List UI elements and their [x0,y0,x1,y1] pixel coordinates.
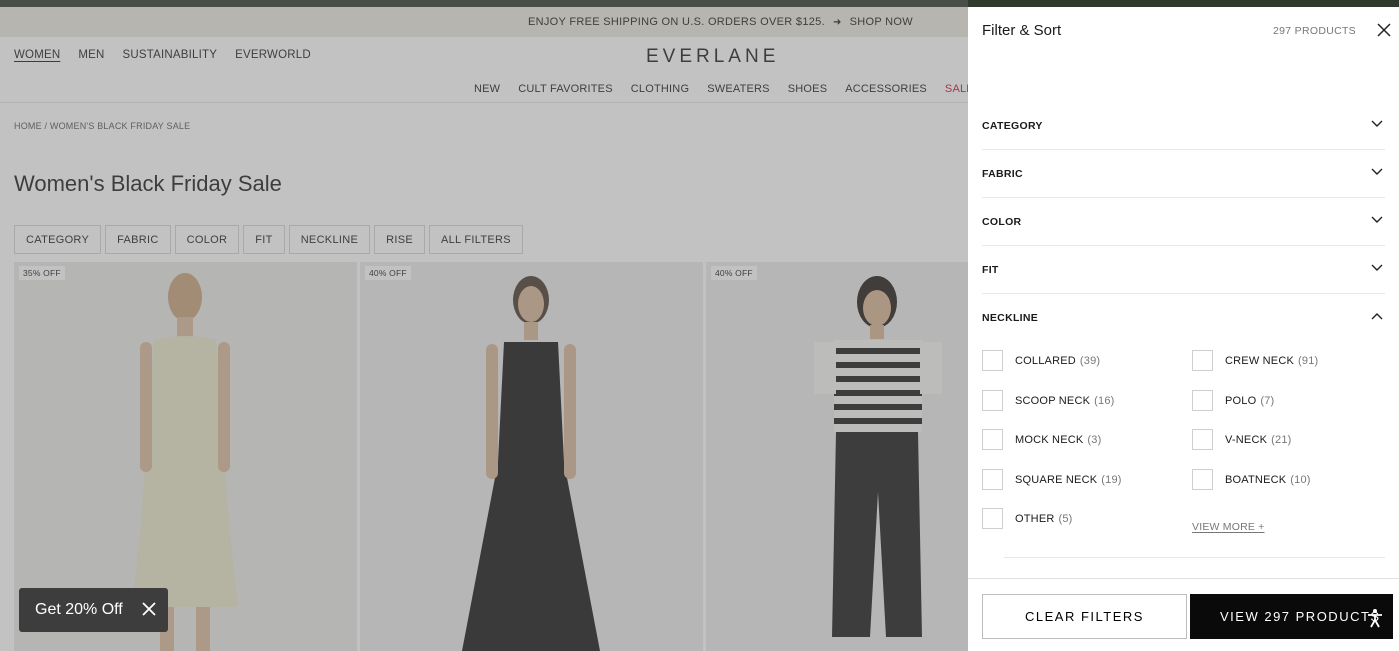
drawer-header: Filter & Sort 297 PRODUCTS [968,7,1399,55]
option-label: COLLARED [1015,354,1076,367]
option-polo[interactable]: POLO (7) [1192,390,1274,411]
option-count: (7) [1260,394,1275,407]
view-products-button[interactable]: VIEW 297 PRODUCTS [1190,594,1393,639]
dim-overlay[interactable] [0,0,968,651]
option-label: OTHER [1015,512,1055,525]
section-label: FABRIC [982,168,1023,180]
option-count: (19) [1101,473,1122,486]
option-scoop-neck[interactable]: SCOOP NECK (16) [982,390,1115,411]
option-count: (10) [1290,473,1311,486]
checkbox[interactable] [982,469,1003,490]
option-mock-neck[interactable]: MOCK NECK (3) [982,429,1101,450]
checkbox[interactable] [982,429,1003,450]
option-v-neck[interactable]: V-NECK (21) [1192,429,1292,450]
option-label: V-NECK [1225,433,1268,446]
close-icon[interactable] [1377,23,1391,37]
option-count: (39) [1079,354,1101,367]
option-label: MOCK NECK [1015,433,1084,446]
view-more-link[interactable]: VIEW MORE + [1192,521,1265,533]
option-label: BOATNECK [1225,473,1287,486]
option-count: (91) [1298,354,1319,367]
chevron-down-icon [1371,264,1383,271]
option-count: (21) [1271,433,1292,446]
chevron-down-icon [1371,120,1383,127]
toast-text: Get 20% Off [35,601,123,618]
option-collared[interactable]: COLLARED (39) [982,350,1100,371]
checkbox[interactable] [1192,390,1213,411]
option-count: (3) [1087,433,1102,446]
discount-toast[interactable]: Get 20% Off [19,588,168,632]
product-count: 297 PRODUCTS [1273,25,1356,37]
checkbox[interactable] [1192,469,1213,490]
option-crew-neck[interactable]: CREW NECK (91) [1192,350,1318,371]
checkbox[interactable] [982,350,1003,371]
checkbox[interactable] [1192,350,1213,371]
filter-drawer: Filter & Sort 297 PRODUCTS CATEGORY FABR… [968,7,1399,651]
section-label: CATEGORY [982,120,1043,132]
option-label: SQUARE NECK [1015,473,1098,486]
section-label: FIT [982,264,999,276]
section-color[interactable]: COLOR [982,198,1385,246]
accessibility-icon[interactable] [1367,608,1383,628]
section-fabric[interactable]: FABRIC [982,150,1385,198]
drawer-footer: CLEAR FILTERS VIEW 297 PRODUCTS [968,578,1399,651]
checkbox[interactable] [1192,429,1213,450]
option-label: SCOOP NECK [1015,394,1091,407]
chevron-down-icon [1371,216,1383,223]
option-boatneck[interactable]: BOATNECK (10) [1192,469,1311,490]
section-label: NECKLINE [982,312,1039,324]
option-square-neck[interactable]: SQUARE NECK (19) [982,469,1122,490]
drawer-title: Filter & Sort [982,22,1062,39]
checkbox[interactable] [982,508,1003,529]
option-count: (16) [1094,394,1115,407]
chevron-up-icon [1371,313,1383,320]
option-count: (5) [1058,512,1073,525]
section-category[interactable]: CATEGORY [982,102,1385,150]
chevron-down-icon [1371,168,1383,175]
section-neckline[interactable]: NECKLINE [982,294,1385,342]
section-fit[interactable]: FIT [982,246,1385,294]
clear-filters-button[interactable]: CLEAR FILTERS [982,594,1187,639]
divider [1004,557,1385,558]
option-label: POLO [1225,394,1257,407]
section-label: COLOR [982,216,1022,228]
close-icon[interactable] [140,600,158,618]
option-other[interactable]: OTHER (5) [982,508,1073,529]
option-label: CREW NECK [1225,354,1295,367]
checkbox[interactable] [982,390,1003,411]
